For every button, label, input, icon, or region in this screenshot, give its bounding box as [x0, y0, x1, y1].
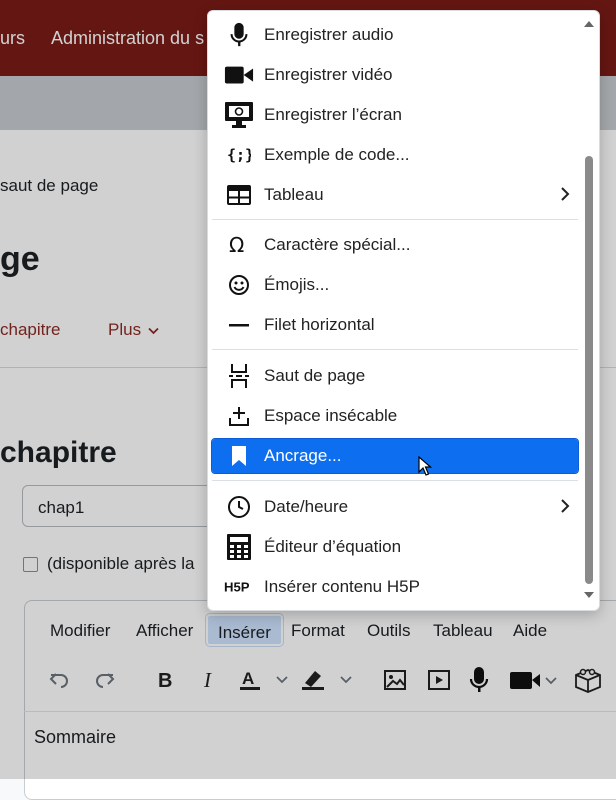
- menu-item-horizontal-rule[interactable]: Filet horizontal: [212, 308, 578, 342]
- menu-item-label: Saut de page: [264, 366, 366, 385]
- svg-text:Ω: Ω: [229, 234, 244, 256]
- clock-icon: [224, 495, 254, 519]
- menu-item-anchor[interactable]: Ancrage...: [211, 438, 579, 474]
- menu-item-insert-h5p[interactable]: H5P Insérer contenu H5P: [212, 570, 578, 604]
- menu-item-special-char[interactable]: Ω Caractère spécial...: [212, 228, 578, 262]
- chevron-right-icon: [561, 187, 570, 201]
- menu-item-equation-editor[interactable]: Éditeur d’équation: [212, 530, 578, 564]
- menu-item-label: Insérer contenu H5P: [264, 577, 420, 596]
- calculator-icon: [224, 534, 254, 560]
- menu-item-label: Exemple de code...: [264, 145, 410, 164]
- page-break-icon: [224, 364, 254, 388]
- menu-item-label: Date/heure: [264, 497, 349, 516]
- menu-item-table[interactable]: Tableau: [212, 178, 578, 212]
- chevron-right-icon: [561, 499, 570, 513]
- menu-divider: [212, 349, 578, 350]
- screen-record-icon: [224, 102, 254, 128]
- menu-item-page-break[interactable]: Saut de page: [212, 359, 578, 393]
- menu-item-label: Enregistrer audio: [264, 25, 394, 44]
- menu-item-label: Espace insécable: [264, 406, 398, 425]
- menu-divider: [212, 480, 578, 481]
- menu-item-label: Ancrage...: [264, 446, 342, 465]
- h5p-icon: H5P: [224, 575, 254, 599]
- nonbreaking-space-icon: [224, 404, 254, 428]
- table-icon: [224, 183, 254, 207]
- menu-item-label: Tableau: [264, 185, 324, 204]
- menu-item-label: Enregistrer vidéo: [264, 65, 393, 84]
- microphone-icon: [224, 22, 254, 47]
- svg-text:{;}: {;}: [227, 146, 251, 164]
- menu-item-record-video[interactable]: Enregistrer vidéo: [212, 58, 578, 92]
- mouse-cursor-icon: [418, 456, 432, 476]
- omega-icon: Ω: [224, 233, 254, 257]
- menu-item-record-audio[interactable]: Enregistrer audio: [212, 18, 578, 52]
- horizontal-rule-icon: [224, 313, 254, 337]
- menu-item-label: Éditeur d’équation: [264, 537, 402, 556]
- svg-text:H5P: H5P: [224, 580, 250, 595]
- menu-item-emojis[interactable]: Émojis...: [212, 268, 578, 302]
- bookmark-icon: [224, 444, 254, 468]
- menu-item-label: Émojis...: [264, 275, 330, 294]
- scrollbar-up-arrow[interactable]: [584, 21, 594, 27]
- menu-item-datetime[interactable]: Date/heure: [212, 490, 578, 524]
- menu-item-label: Caractère spécial...: [264, 235, 411, 254]
- menu-item-label: Filet horizontal: [264, 315, 375, 334]
- menu-divider: [212, 219, 578, 220]
- video-camera-icon: [224, 63, 254, 87]
- scrollbar-down-arrow[interactable]: [584, 592, 594, 598]
- insert-menu-dropdown: Enregistrer audio Enregistrer vidéo Enre…: [207, 10, 600, 611]
- menu-item-record-screen[interactable]: Enregistrer l’écran: [212, 98, 578, 132]
- menu-item-nonbreaking-space[interactable]: Espace insécable: [212, 399, 578, 433]
- menu-item-label: Enregistrer l’écran: [264, 105, 402, 124]
- smiley-icon: [224, 273, 254, 297]
- menu-scrollbar[interactable]: [585, 156, 593, 584]
- menu-item-code-sample[interactable]: {;} Exemple de code...: [212, 138, 578, 172]
- code-braces-icon: {;}: [224, 143, 254, 167]
